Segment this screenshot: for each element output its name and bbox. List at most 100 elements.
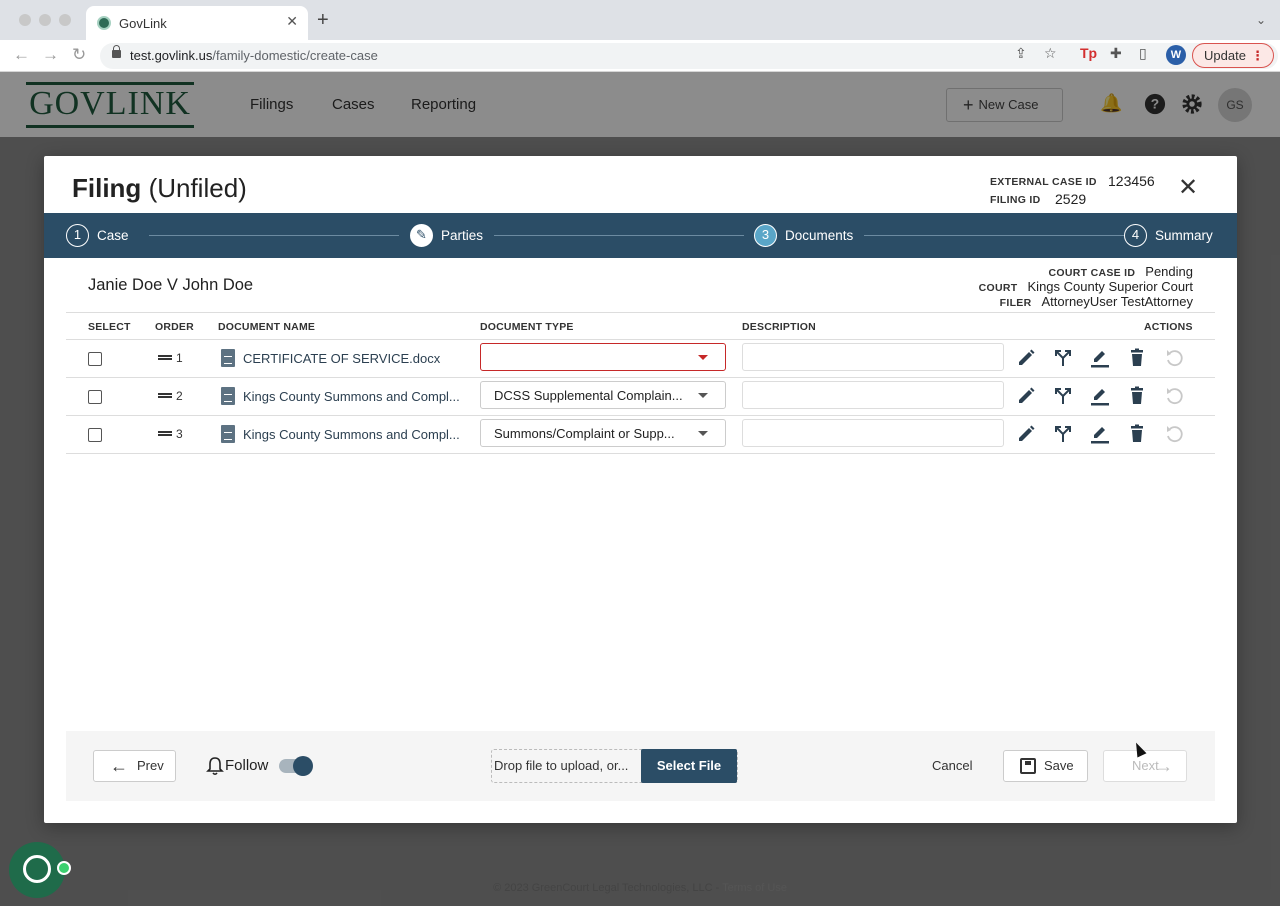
save-button[interactable]: Save [1003,750,1088,782]
row-select-checkbox[interactable] [88,352,102,366]
close-icon[interactable]: ✕ [1178,176,1198,200]
external-case-id-label: EXTERNAL CASE ID [990,176,1097,188]
modal-title: Filing (Unfiled) [72,173,247,204]
document-name-link[interactable]: CERTIFICATE OF SERVICE.docx [243,351,477,366]
prev-label: Prev [137,758,164,773]
description-input[interactable] [742,343,1004,371]
annotate-edit-icon[interactable] [1090,348,1110,368]
follow-toggle[interactable] [279,756,313,776]
description-input[interactable] [742,381,1004,409]
drag-handle-icon [158,393,172,398]
forward-arrow-icon[interactable]: → [42,45,59,65]
drop-zone-text: Drop file to upload, or... [494,758,629,773]
filing-ids: EXTERNAL CASE ID 123456 FILING ID 2529 [990,173,1170,209]
window-minimize-control[interactable] [39,14,51,26]
tab-close-icon[interactable]: ✕ [286,13,298,30]
row-order-handle[interactable]: 2 [158,389,183,403]
chat-bubble-icon [23,855,51,883]
address-bar[interactable]: test.govlink.us/family-domestic/create-c… [100,43,1278,69]
window-zoom-control[interactable] [59,14,71,26]
row-order-handle[interactable]: 1 [158,351,183,365]
tab-search-chevron-icon[interactable]: ⌄ [1256,13,1266,27]
delete-trash-icon[interactable] [1127,386,1147,406]
row-select-checkbox[interactable] [88,390,102,404]
drag-handle-icon [158,431,172,436]
filer-label: FILER [999,297,1032,309]
terms-of-use-link[interactable]: Terms of Use [722,882,787,894]
extensions-puzzle-icon[interactable]: ✚ [1110,45,1122,62]
step-label: Case [97,228,129,243]
documents-table: SELECT ORDER DOCUMENT NAME DOCUMENT TYPE… [66,312,1215,454]
edit-pencil-icon[interactable] [1016,348,1036,368]
cancel-button[interactable]: Cancel [932,758,972,773]
row-select-checkbox[interactable] [88,428,102,442]
filing-id-value: 2529 [1055,191,1087,207]
reload-icon[interactable]: ↻ [72,45,86,65]
table-header: SELECT ORDER DOCUMENT NAME DOCUMENT TYPE… [66,312,1215,340]
step-label: Parties [441,228,484,243]
document-type-select[interactable]: DCSS Supplemental Complain... [480,381,726,409]
tp-extension-icon[interactable]: Tp [1080,45,1097,61]
bookmark-star-icon[interactable]: ☆ [1044,45,1057,62]
annotate-edit-icon[interactable] [1090,424,1110,444]
table-row: 2 Kings County Summons and Compl... DCSS S… [66,378,1215,416]
document-name-link[interactable]: Kings County Summons and Compl... [243,389,477,404]
case-name: Janie Doe V John Doe [88,276,254,294]
document-file-icon [221,425,235,443]
table-row: 1 CERTIFICATE OF SERVICE.docx [66,340,1215,378]
document-type-select[interactable]: Summons/Complaint or Supp... [480,419,726,447]
browser-tab[interactable]: GovLink ✕ [86,6,308,40]
court-case-id-value: Pending [1145,264,1193,279]
document-name-link[interactable]: Kings County Summons and Compl... [243,427,477,442]
split-document-icon[interactable] [1053,424,1073,444]
url-text: test.govlink.us/family-domestic/create-c… [130,48,378,63]
side-panel-icon[interactable]: ▯ [1139,45,1147,62]
table-row: 3 Kings County Summons and Compl... Summon… [66,416,1215,454]
document-type-value: DCSS Supplemental Complain... [494,388,683,403]
lock-icon [112,45,121,58]
split-document-icon[interactable] [1053,348,1073,368]
filing-id-label: FILING ID [990,194,1041,206]
case-info: COURT CASE ID Pending COURT Kings County S… [979,263,1194,309]
browser-update-button[interactable]: Update ⋮ [1192,43,1274,68]
description-input[interactable] [742,419,1004,447]
back-arrow-icon[interactable]: ← [13,45,30,65]
save-floppy-icon [1020,758,1036,774]
new-tab-button[interactable]: + [317,10,329,30]
document-type-select[interactable] [480,343,726,371]
select-file-button[interactable]: Select File [641,749,737,783]
edit-pencil-icon[interactable] [1016,424,1036,444]
caret-down-icon [698,431,708,436]
caret-down-icon [698,355,708,360]
arrow-right-icon: → [1155,756,1173,776]
chat-widget-button[interactable] [9,842,71,898]
delete-trash-icon[interactable] [1127,424,1147,444]
save-label: Save [1044,758,1074,773]
browser-menu-icon[interactable]: ⋮ [1251,44,1264,67]
govlink-favicon-icon [97,16,111,30]
browser-tab-bar: GovLink ✕ + ⌄ [0,0,1280,40]
follow-label: Follow [225,757,269,774]
tab-title: GovLink [119,16,167,31]
edit-pencil-icon[interactable] [1016,386,1036,406]
court-value: Kings County Superior Court [1027,279,1193,294]
col-document-name: DOCUMENT NAME [218,321,316,333]
filer-value: AttorneyUser TestAttorney [1041,294,1194,309]
prev-button[interactable]: ← Prev [93,750,176,782]
split-document-icon[interactable] [1053,386,1073,406]
undo-revert-icon[interactable] [1164,386,1184,406]
undo-revert-icon[interactable] [1164,348,1184,368]
modal-title-main: Filing [72,173,142,203]
step-progress-bar: 1 Case ✎ Parties 3 Documents 4 Summary [44,213,1237,258]
external-case-id-value: 123456 [1108,173,1155,189]
share-icon[interactable]: ⇪ [1015,45,1027,62]
row-order-handle[interactable]: 3 [158,427,183,441]
next-button[interactable]: Next → [1103,750,1187,782]
delete-trash-icon[interactable] [1127,348,1147,368]
browser-profile-avatar[interactable]: W [1166,45,1186,65]
document-file-icon [221,387,235,405]
undo-revert-icon[interactable] [1164,424,1184,444]
window-close-control[interactable] [19,14,31,26]
annotate-edit-icon[interactable] [1090,386,1110,406]
col-select: SELECT [88,321,131,333]
